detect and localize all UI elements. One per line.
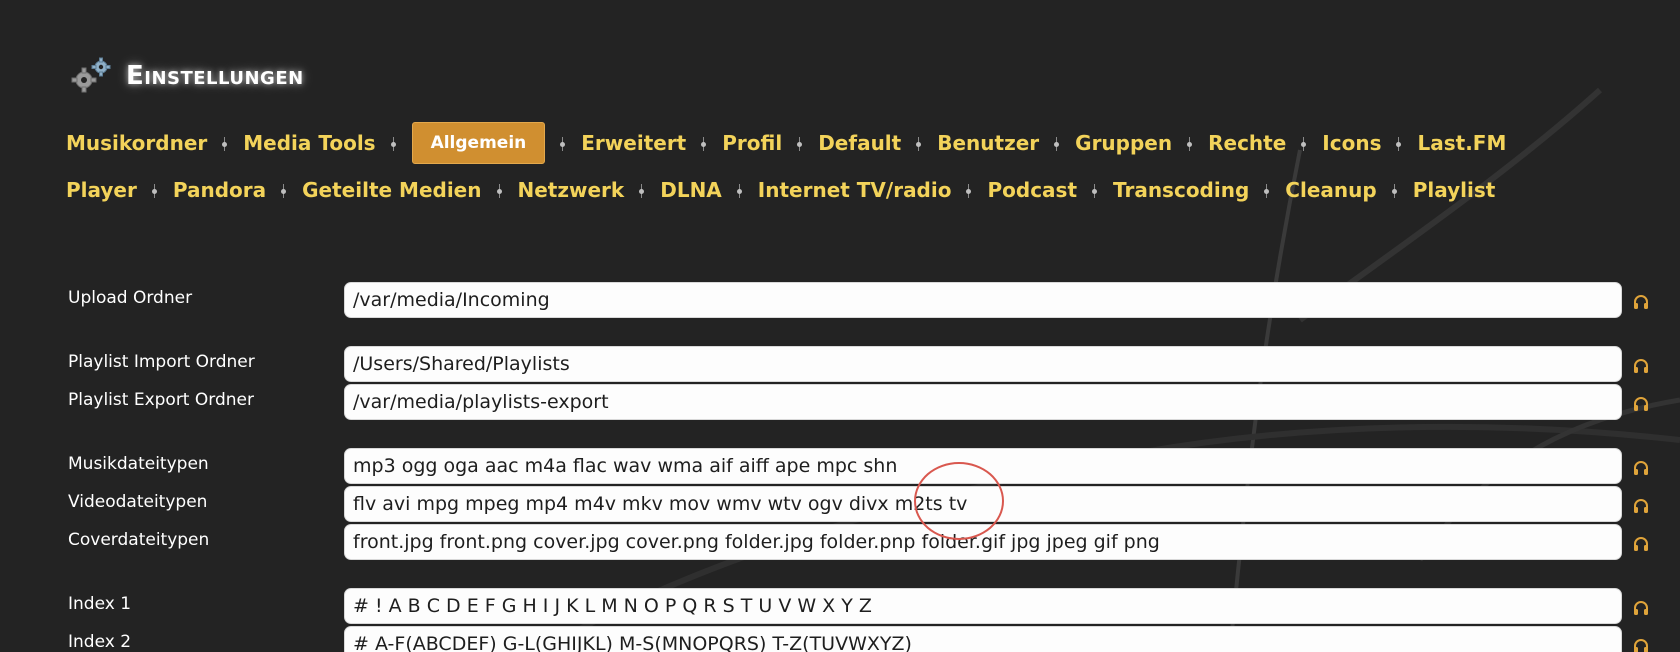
tab-separator	[555, 133, 571, 153]
tab-separator	[696, 133, 712, 153]
headphones-icon[interactable]	[1632, 395, 1650, 413]
headphones-icon[interactable]	[1632, 637, 1650, 652]
setting-label: Upload Ordner	[68, 288, 193, 308]
headphones-icon[interactable]	[1632, 293, 1650, 311]
tab-transcoding[interactable]: Transcoding	[1113, 178, 1249, 202]
videodateitypen-field[interactable]: flv avi mpg mpeg mp4 m4v mkv mov wmv wtv…	[344, 486, 1622, 522]
tab-separator	[1087, 180, 1103, 200]
tab-profil[interactable]: Profil	[722, 131, 782, 155]
setting-label: Musikdateitypen	[68, 454, 209, 474]
tab-cleanup[interactable]: Cleanup	[1285, 178, 1376, 202]
upload-ordner-field[interactable]: /var/media/Incoming	[344, 282, 1622, 318]
tab-separator	[492, 180, 508, 200]
tab-separator	[634, 180, 650, 200]
tab-media-tools[interactable]: Media Tools	[243, 131, 375, 155]
tab-playlist[interactable]: Playlist	[1413, 178, 1496, 202]
musikdateitypen-field[interactable]: mp3 ogg oga aac m4a flac wav wma aif aif…	[344, 448, 1622, 484]
setting-label: Playlist Import Ordner	[68, 352, 255, 372]
setting-row-playlist-import-ordner: Playlist Import Ordner /Users/Shared/Pla…	[0, 346, 1680, 382]
tab-dlna[interactable]: DLNA	[660, 178, 722, 202]
tab-pandora[interactable]: Pandora	[173, 178, 266, 202]
setting-row-index-1: Index 1 # ! A B C D E F G H I J K L M N …	[0, 588, 1680, 624]
setting-row-videodateitypen: Videodateitypen flv avi mpg mpeg mp4 m4v…	[0, 486, 1680, 522]
tab-rechte[interactable]: Rechte	[1208, 131, 1286, 155]
tab-separator	[1259, 180, 1275, 200]
setting-row-upload-ordner: Upload Ordner /var/media/Incoming	[0, 282, 1680, 318]
setting-label: Coverdateitypen	[68, 530, 210, 550]
headphones-icon[interactable]	[1632, 357, 1650, 375]
tab-benutzer[interactable]: Benutzer	[937, 131, 1039, 155]
headphones-icon[interactable]	[1632, 535, 1650, 553]
tab-allgemein[interactable]: Allgemein	[411, 122, 546, 164]
tab-last-fm[interactable]: Last.FM	[1417, 131, 1506, 155]
setting-row-playlist-export-ordner: Playlist Export Ordner /var/media/playli…	[0, 384, 1680, 420]
setting-row-musikdateitypen: Musikdateitypen mp3 ogg oga aac m4a flac…	[0, 448, 1680, 484]
tab-separator	[1182, 133, 1198, 153]
tabs-row-1: Musikordner Media Tools Allgemein Erweit…	[66, 122, 1506, 164]
setting-row-index-2: Index 2 # A-F(ABCDEF) G-L(GHIJKL) M-S(MN…	[0, 626, 1680, 652]
index-1-field[interactable]: # ! A B C D E F G H I J K L M N O P Q R …	[344, 588, 1622, 624]
tab-gruppen[interactable]: Gruppen	[1075, 131, 1172, 155]
tab-player[interactable]: Player	[66, 178, 137, 202]
headphones-icon[interactable]	[1632, 459, 1650, 477]
tab-separator	[1296, 133, 1312, 153]
setting-label: Videodateitypen	[68, 492, 208, 512]
tab-separator	[276, 180, 292, 200]
tab-separator	[217, 133, 233, 153]
page-title: Einstellungen	[126, 61, 304, 91]
tab-separator	[911, 133, 927, 153]
setting-label: Playlist Export Ordner	[68, 390, 254, 410]
tab-separator	[147, 180, 163, 200]
tab-separator	[1391, 133, 1407, 153]
headphones-icon[interactable]	[1632, 599, 1650, 617]
setting-label: Index 1	[68, 594, 132, 614]
tab-netzwerk[interactable]: Netzwerk	[518, 178, 625, 202]
tab-default[interactable]: Default	[818, 131, 901, 155]
index-2-field[interactable]: # A-F(ABCDEF) G-L(GHIJKL) M-S(MNOPQRS) T…	[344, 626, 1622, 652]
tab-separator	[792, 133, 808, 153]
setting-label: Index 2	[68, 632, 132, 652]
tab-separator	[386, 133, 402, 153]
tab-separator	[732, 180, 748, 200]
tab-separator	[1387, 180, 1403, 200]
headphones-icon[interactable]	[1632, 497, 1650, 515]
tab-geteilte-medien[interactable]: Geteilte Medien	[302, 178, 481, 202]
tab-internet-tv-radio[interactable]: Internet TV/radio	[758, 178, 952, 202]
setting-row-coverdateitypen: Coverdateitypen front.jpg front.png cove…	[0, 524, 1680, 560]
page-header: Einstellungen	[70, 54, 304, 98]
tab-musikordner[interactable]: Musikordner	[66, 131, 207, 155]
tab-podcast[interactable]: Podcast	[987, 178, 1077, 202]
tab-erweitert[interactable]: Erweitert	[581, 131, 686, 155]
tabs-row-2: Player Pandora Geteilte Medien Netzwerk …	[66, 178, 1495, 202]
coverdateitypen-field[interactable]: front.jpg front.png cover.jpg cover.png …	[344, 524, 1622, 560]
playlist-export-ordner-field[interactable]: /var/media/playlists-export	[344, 384, 1622, 420]
tab-icons[interactable]: Icons	[1322, 131, 1381, 155]
gears-icon	[70, 56, 114, 96]
tab-separator	[1049, 133, 1065, 153]
tab-separator	[961, 180, 977, 200]
playlist-import-ordner-field[interactable]: /Users/Shared/Playlists	[344, 346, 1622, 382]
